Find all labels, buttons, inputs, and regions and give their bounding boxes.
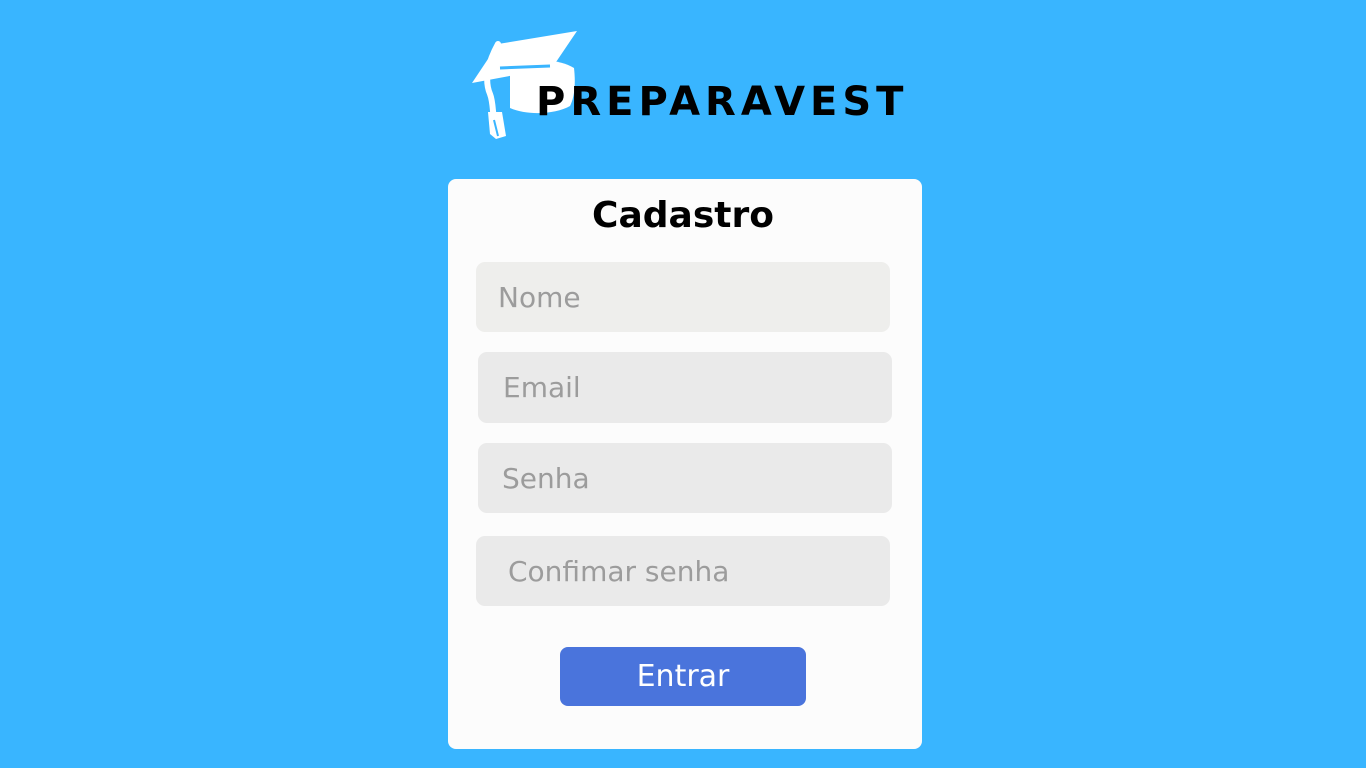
email-input[interactable] [478,352,892,423]
brand-name: PREPARAVEST [536,79,909,125]
form-title: Cadastro [592,195,774,236]
submit-button[interactable]: Entrar [560,647,806,706]
confirm-password-input[interactable] [476,536,890,606]
page: PREPARAVEST Cadastro Entrar [0,0,1366,768]
name-input[interactable] [476,262,890,332]
password-input[interactable] [478,443,892,513]
logo: PREPARAVEST [470,28,903,143]
